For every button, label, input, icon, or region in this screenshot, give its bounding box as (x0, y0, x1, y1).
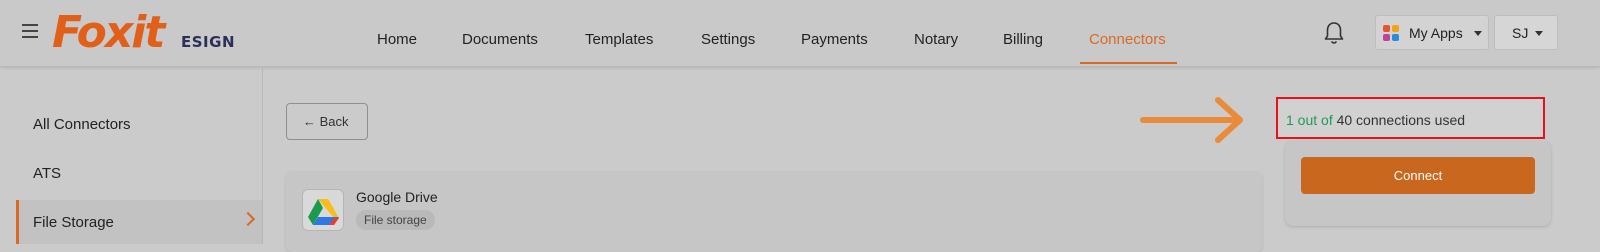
hamburger-icon[interactable] (22, 24, 38, 38)
back-button[interactable]: ← Back (286, 103, 368, 140)
back-label: ← Back (303, 114, 349, 129)
google-drive-icon (302, 189, 344, 231)
logo-esign: ESIGN (181, 33, 235, 51)
chevron-down-icon (1535, 31, 1543, 36)
annotation-arrow-icon (1140, 97, 1243, 143)
usage-rest: 40 connections used (1336, 112, 1466, 128)
sidebar-item-ats[interactable]: ATS (33, 165, 61, 182)
google-drive-logo (308, 199, 339, 225)
user-menu-button[interactable]: SJ (1494, 15, 1558, 50)
active-nav-underline (1080, 62, 1177, 64)
sidebar-item-all-connectors[interactable]: All Connectors (33, 116, 131, 133)
connect-button[interactable]: Connect (1301, 157, 1535, 194)
user-initials: SJ (1512, 25, 1529, 41)
chevron-down-icon (1474, 31, 1482, 36)
logo-word: Foxit (52, 7, 165, 58)
sidebar-item-file-storage[interactable]: File Storage (33, 214, 114, 231)
sidebar: All Connectors ATS File Storage (0, 68, 263, 244)
connector-card[interactable]: Google Drive File storage (286, 172, 1262, 252)
connections-usage-box: 1 out of 40 connections used (1276, 97, 1545, 139)
connections-usage-text: 1 out of 40 connections used (1286, 112, 1465, 128)
nav-payments[interactable]: Payments (801, 31, 868, 48)
nav-templates[interactable]: Templates (585, 31, 653, 48)
my-apps-button[interactable]: My Apps (1375, 15, 1489, 50)
apps-grid-icon (1383, 25, 1399, 41)
nav-home[interactable]: Home (377, 31, 417, 48)
bell-icon[interactable] (1322, 20, 1346, 46)
usage-count: 1 out of (1286, 112, 1333, 128)
my-apps-label: My Apps (1409, 25, 1463, 41)
nav-settings[interactable]: Settings (701, 31, 755, 48)
connect-panel: Connect (1285, 141, 1551, 226)
nav-connectors[interactable]: Connectors (1089, 31, 1166, 48)
nav-documents[interactable]: Documents (462, 31, 538, 48)
connector-category-badge: File storage (356, 210, 435, 230)
nav-notary[interactable]: Notary (914, 31, 958, 48)
connector-name: Google Drive (356, 189, 438, 205)
nav-billing[interactable]: Billing (1003, 31, 1043, 48)
top-navbar: Foxit ESIGN Home Documents Templates Set… (0, 0, 1600, 67)
foxit-esign-logo[interactable]: Foxit (52, 7, 165, 58)
